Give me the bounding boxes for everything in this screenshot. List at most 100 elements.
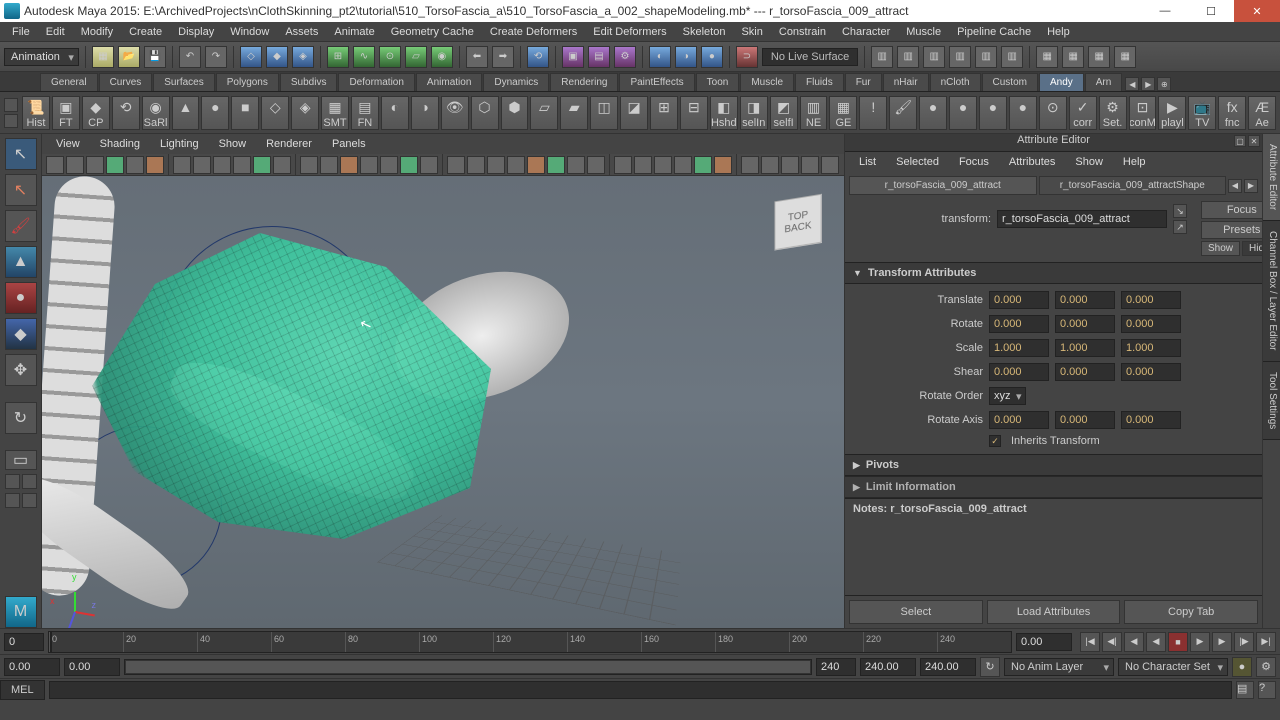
select-by-object-icon[interactable]: ◆ <box>266 46 288 68</box>
layout-toggle-3[interactable]: ▦ <box>1088 46 1110 68</box>
auto-key-icon[interactable]: ● <box>1232 657 1252 677</box>
vp-icon-10[interactable] <box>253 156 271 174</box>
rotate-tool[interactable]: ● <box>5 282 37 314</box>
toggle-wire-icon[interactable]: ◑ <box>675 46 697 68</box>
limit-info-section[interactable]: ▶ Limit Information <box>845 476 1262 498</box>
shelf-icon-Hshd[interactable]: ◧Hshd <box>710 96 738 130</box>
output-connections-icon[interactable]: ➡ <box>492 46 514 68</box>
shelf-trash-icon[interactable] <box>4 114 18 128</box>
snap-plane-icon[interactable]: ▱ <box>405 46 427 68</box>
lasso-tool[interactable]: ↖ <box>5 174 37 206</box>
shelf-tab-fluids[interactable]: Fluids <box>795 73 844 91</box>
shelf-icon-12[interactable]: ◐ <box>381 96 409 130</box>
attr-ed-close-icon[interactable]: ✕ <box>1248 135 1260 147</box>
shear-yz[interactable]: 0.000 <box>1121 363 1181 381</box>
vp-menu-view[interactable]: View <box>46 136 90 152</box>
vp-icon-3[interactable] <box>106 156 124 174</box>
time-start-field[interactable]: 0 <box>4 633 44 651</box>
shelf-icon-14[interactable]: 👁 <box>441 96 469 130</box>
shelf-icon-21[interactable]: ⊞ <box>650 96 678 130</box>
menu-edit[interactable]: Edit <box>38 24 73 40</box>
vp-icon-28[interactable] <box>634 156 652 174</box>
menu-modify[interactable]: Modify <box>73 24 121 40</box>
vp-icon-4[interactable] <box>126 156 144 174</box>
shelf-tab-polygons[interactable]: Polygons <box>216 73 279 91</box>
shelf-icon-13[interactable]: ◑ <box>411 96 439 130</box>
shelf-icon-GE[interactable]: ▦GE <box>829 96 857 130</box>
menu-create[interactable]: Create <box>121 24 170 40</box>
menu-skeleton[interactable]: Skeleton <box>675 24 734 40</box>
four-view-icon[interactable] <box>5 474 20 489</box>
copy-tab-button[interactable]: Copy Tab <box>1124 600 1258 624</box>
rotate-z[interactable]: 0.000 <box>1121 315 1181 333</box>
range-end-a[interactable]: 240.00 <box>860 658 916 676</box>
menu-assets[interactable]: Assets <box>277 24 326 40</box>
open-scene-icon[interactable]: 📂 <box>118 46 140 68</box>
vp-icon-29[interactable] <box>654 156 672 174</box>
shelf-tab-subdivs[interactable]: Subdivs <box>280 73 338 91</box>
help-line-icon[interactable]: ? <box>1258 681 1276 699</box>
vp-icon-21[interactable] <box>487 156 505 174</box>
rotaxis-y[interactable]: 0.000 <box>1055 411 1115 429</box>
menu-geometry-cache[interactable]: Geometry Cache <box>383 24 482 40</box>
vp-icon-31[interactable] <box>694 156 712 174</box>
shelf-icon-20[interactable]: ◪ <box>620 96 648 130</box>
sidebar-toggle-3[interactable]: ▥ <box>923 46 945 68</box>
rotate-order-select[interactable]: xyz <box>989 387 1026 405</box>
range-end-inner[interactable]: 240 <box>816 658 856 676</box>
shelf-icon-5[interactable]: ▲ <box>172 96 200 130</box>
vp-icon-16[interactable] <box>380 156 398 174</box>
attr-tab-next-icon[interactable]: ▶ <box>1244 179 1258 193</box>
range-end-b[interactable]: 240.00 <box>920 658 976 676</box>
sidetab-tool-settings[interactable]: Tool Settings <box>1263 362 1280 440</box>
move-tool[interactable]: ▲ <box>5 246 37 278</box>
shelf-icon-conM[interactable]: ⊡conM <box>1129 96 1157 130</box>
shelf-tab-dynamics[interactable]: Dynamics <box>483 73 549 91</box>
menu-animate[interactable]: Animate <box>326 24 382 40</box>
no-live-surface[interactable]: No Live Surface <box>762 48 858 66</box>
pivots-section[interactable]: ▶ Pivots <box>845 454 1262 476</box>
shelf-tab-andy[interactable]: Andy <box>1039 73 1084 91</box>
vp-icon-1[interactable] <box>66 156 84 174</box>
shelf-tab-arn[interactable]: Arn <box>1085 73 1123 91</box>
shelf-icon-6[interactable]: ● <box>201 96 229 130</box>
shelf-icon-34[interactable]: ⊙ <box>1039 96 1067 130</box>
command-input[interactable] <box>49 681 1232 699</box>
range-start-inner[interactable]: 0.00 <box>64 658 120 676</box>
shelf-tab-muscle[interactable]: Muscle <box>740 73 794 91</box>
time-current-field[interactable]: 0.00 <box>1016 633 1072 651</box>
shelf-icon-19[interactable]: ◫ <box>590 96 618 130</box>
shelf-icon-CP[interactable]: ◆CP <box>82 96 110 130</box>
layout-b-icon[interactable] <box>22 493 37 508</box>
vp-icon-34[interactable] <box>761 156 779 174</box>
shelf-icon-8[interactable]: ◇ <box>261 96 289 130</box>
sidebar-toggle-5[interactable]: ▥ <box>975 46 997 68</box>
vp-icon-2[interactable] <box>86 156 104 174</box>
shelf-icon-28[interactable]: ! <box>859 96 887 130</box>
menu-create-deformers[interactable]: Create Deformers <box>482 24 585 40</box>
vp-icon-19[interactable] <box>447 156 465 174</box>
vp-icon-15[interactable] <box>360 156 378 174</box>
shear-xy[interactable]: 0.000 <box>989 363 1049 381</box>
vp-menu-renderer[interactable]: Renderer <box>256 136 322 152</box>
single-view-icon[interactable]: ▭ <box>5 450 37 470</box>
go-to-start-icon[interactable]: |◀ <box>1080 632 1100 652</box>
shelf-tab-rendering[interactable]: Rendering <box>550 73 618 91</box>
sidetab-attribute-editor[interactable]: Attribute Editor <box>1263 134 1280 221</box>
shelf-tab-deformation[interactable]: Deformation <box>338 73 414 91</box>
shelf-icon-22[interactable]: ⊟ <box>680 96 708 130</box>
shelf-icon-SMT[interactable]: ▦SMT <box>321 96 349 130</box>
vp-icon-5[interactable] <box>146 156 164 174</box>
translate-z[interactable]: 0.000 <box>1121 291 1181 309</box>
attr-tab-prev-icon[interactable]: ◀ <box>1228 179 1242 193</box>
shelf-nav-2[interactable]: ⊕ <box>1157 77 1171 91</box>
prefs-icon[interactable]: ⚙ <box>1256 657 1276 677</box>
step-back-icon[interactable]: ◀ <box>1124 632 1144 652</box>
view-cube[interactable]: TOP BACK <box>774 194 821 250</box>
menu-pipeline-cache[interactable]: Pipeline Cache <box>949 24 1039 40</box>
attr-menu-selected[interactable]: Selected <box>886 154 949 170</box>
vp-icon-23[interactable] <box>527 156 545 174</box>
shelf-icon-31[interactable]: ● <box>949 96 977 130</box>
select-tool[interactable]: ↖ <box>5 138 37 170</box>
vp-icon-11[interactable] <box>273 156 291 174</box>
